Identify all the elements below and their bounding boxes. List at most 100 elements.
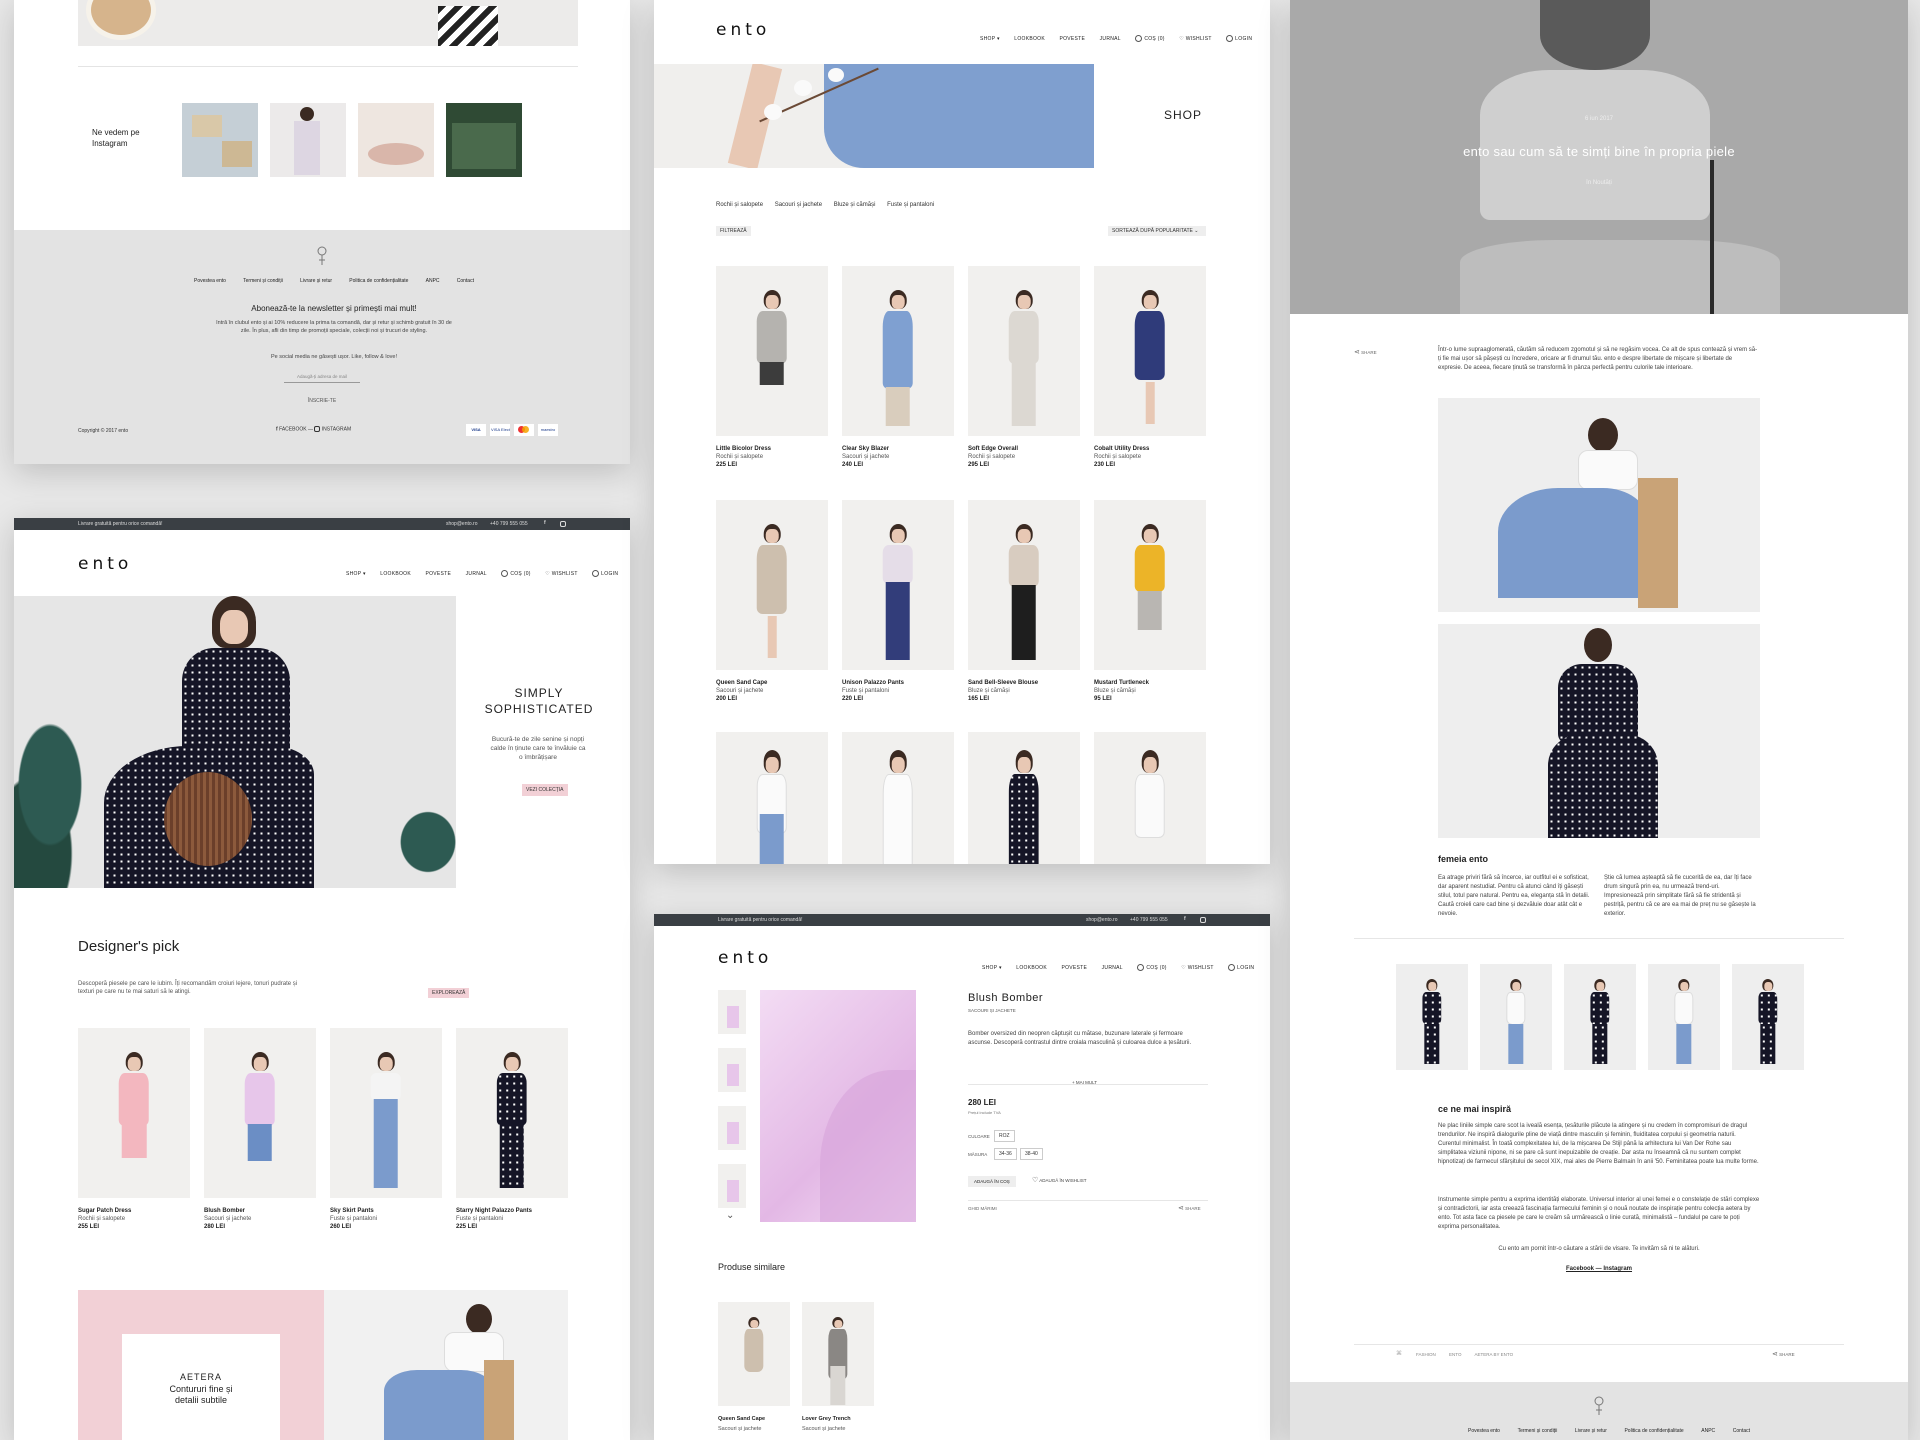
thumbnail[interactable] — [718, 1164, 746, 1208]
instagram-photo[interactable] — [270, 103, 346, 177]
thumbnail[interactable] — [718, 1048, 746, 1092]
product-name[interactable]: Queen Sand Cape — [716, 680, 828, 686]
nav-shop[interactable]: SHOP ▾ — [346, 571, 366, 577]
instagram-icon[interactable] — [560, 521, 566, 527]
gallery-photo[interactable] — [1396, 964, 1468, 1070]
nav-wishlist[interactable]: ♡ WISHLIST — [1179, 36, 1212, 42]
product-image[interactable] — [968, 500, 1080, 670]
footer-link[interactable]: Politica de confidențialitate — [349, 278, 408, 284]
gallery-photo[interactable] — [1648, 964, 1720, 1070]
footer-link[interactable]: Povestea ento — [1468, 1428, 1500, 1434]
footer-link[interactable]: Politica de confidențialitate — [1624, 1428, 1683, 1434]
logo[interactable]: ento — [718, 948, 772, 968]
product-name[interactable]: Unison Palazzo Pants — [842, 680, 954, 686]
product-card[interactable]: Sugar Patch Dress Rochii și salopete 255… — [78, 1028, 190, 1230]
product-image[interactable] — [204, 1028, 316, 1198]
facebook-icon[interactable]: f — [276, 426, 278, 432]
product-name[interactable]: Mustard Turtleneck — [1094, 680, 1206, 686]
nav-login[interactable]: LOGIN — [592, 570, 618, 578]
product-image[interactable] — [842, 732, 954, 864]
nav-poveste[interactable]: POVESTE — [425, 571, 451, 577]
footer-link[interactable]: Livrare și retur — [1575, 1428, 1607, 1434]
size-option[interactable]: 34-36 — [994, 1148, 1017, 1160]
thumbnail[interactable] — [718, 990, 746, 1034]
filter-button[interactable]: FILTREAZĂ — [716, 226, 751, 236]
tab-category[interactable]: Fuste și pantaloni — [887, 202, 934, 208]
product-name[interactable]: Little Bicolor Dress — [716, 446, 828, 452]
nav-cart[interactable]: COȘ (0) — [501, 570, 530, 578]
product-name[interactable]: Clear Sky Blazer — [842, 446, 954, 452]
thumbnail[interactable] — [718, 1106, 746, 1150]
nav-login[interactable]: LOGIN — [1226, 35, 1252, 43]
topbar-email[interactable]: shop@ento.ro — [1086, 917, 1117, 923]
tab-category[interactable]: Rochii și salopete — [716, 202, 763, 208]
nav-cart[interactable]: COȘ (0) — [1135, 35, 1164, 43]
product-image[interactable] — [968, 266, 1080, 436]
add-to-cart-button[interactable]: ADAUGĂ ÎN COȘ — [968, 1176, 1016, 1187]
nav-shop[interactable]: SHOP ▾ — [980, 36, 1000, 42]
product-image[interactable] — [802, 1302, 874, 1406]
instagram-icon[interactable] — [314, 426, 321, 432]
instagram-link[interactable]: INSTAGRAM — [322, 426, 351, 432]
product-image[interactable] — [842, 500, 954, 670]
tab-category[interactable]: Sacouri și jachete — [775, 202, 822, 208]
nav-jurnal[interactable]: JURNAL — [1102, 965, 1123, 971]
product-image[interactable] — [78, 1028, 190, 1198]
product-card[interactable]: Soft Edge Overall Rochii și salopete 295… — [968, 266, 1080, 468]
footer-link[interactable]: Termeni și condiții — [1518, 1428, 1558, 1434]
gallery-photo[interactable] — [1480, 964, 1552, 1070]
gallery-photo[interactable] — [1732, 964, 1804, 1070]
footer-link[interactable]: Povestea ento — [194, 278, 226, 284]
tag[interactable]: FASHION — [1416, 1352, 1436, 1357]
product-card[interactable]: Little Bicolor Dress Rochii și salopete … — [716, 266, 828, 468]
instagram-photo[interactable] — [446, 103, 522, 177]
size-guide-link[interactable]: GHID MĂRIMI — [968, 1206, 997, 1211]
share-button[interactable]: ⋖ SHARE — [1772, 1350, 1795, 1358]
nav-lookbook[interactable]: LOOKBOOK — [1014, 36, 1045, 42]
nav-cart[interactable]: COȘ (0) — [1137, 964, 1166, 972]
product-card[interactable]: Clear Sky Blazer Sacouri și jachete 240 … — [842, 266, 954, 468]
sort-select[interactable]: SORTEAZĂ DUPĂ POPULARITATE ⌄ — [1108, 226, 1206, 236]
nav-login[interactable]: LOGIN — [1228, 964, 1254, 972]
product-image[interactable] — [716, 732, 828, 864]
social-links[interactable]: Facebook — Instagram — [1438, 1266, 1760, 1272]
product-card[interactable]: Sand Bell-Sleeve Blouse Bluze și cămăși … — [968, 500, 1080, 702]
facebook-icon[interactable]: f — [1184, 916, 1186, 922]
product-card[interactable]: Mustard Turtleneck Bluze și cămăși 95 LE… — [1094, 500, 1206, 702]
instagram-icon[interactable] — [1200, 917, 1206, 923]
share-button[interactable]: ⋖ SHARE — [1178, 1204, 1201, 1212]
nav-jurnal[interactable]: JURNAL — [1100, 36, 1121, 42]
product-name[interactable]: Soft Edge Overall — [968, 446, 1080, 452]
product-card[interactable]: Sky Skirt Pants Fuste și pantaloni 260 L… — [330, 1028, 442, 1230]
facebook-icon[interactable]: f — [544, 520, 546, 526]
hero-button[interactable]: VEZI COLECȚIA — [522, 784, 568, 796]
nav-poveste[interactable]: POVESTE — [1059, 36, 1085, 42]
product-name[interactable]: Blush Bomber — [204, 1208, 316, 1214]
topbar-email[interactable]: shop@ento.ro — [446, 521, 477, 527]
nav-shop[interactable]: SHOP ▾ — [982, 965, 1002, 971]
product-name[interactable]: Queen Sand Cape — [718, 1416, 765, 1422]
product-name[interactable]: Starry Night Palazzo Pants — [456, 1208, 568, 1214]
product-image[interactable] — [1094, 266, 1206, 436]
color-option[interactable]: ROZ — [994, 1130, 1015, 1142]
topbar-phone[interactable]: +40 799 555 055 — [490, 521, 528, 527]
facebook-link[interactable]: FACEBOOK — [279, 426, 307, 432]
product-name[interactable]: Lover Grey Trench — [802, 1416, 851, 1422]
tab-category[interactable]: Bluze și cămăși — [834, 202, 876, 208]
footer-link[interactable]: ANPC — [1701, 1428, 1715, 1434]
footer-link[interactable]: Livrare și retur — [300, 278, 332, 284]
topbar-phone[interactable]: +40 799 555 055 — [1130, 917, 1168, 923]
nav-jurnal[interactable]: JURNAL — [466, 571, 487, 577]
product-card[interactable]: Queen Sand Cape Sacouri și jachete 200 L… — [716, 500, 828, 702]
logo[interactable]: ento — [78, 554, 132, 574]
product-image[interactable] — [716, 266, 828, 436]
product-name[interactable]: Sugar Patch Dress — [78, 1208, 190, 1214]
share-button[interactable]: ⋖ SHARE — [1354, 348, 1377, 356]
product-name[interactable]: Sand Bell-Sleeve Blouse — [968, 680, 1080, 686]
instagram-photo[interactable] — [182, 103, 258, 177]
size-option[interactable]: 38-40 — [1020, 1148, 1043, 1160]
nav-wishlist[interactable]: ♡ WISHLIST — [545, 571, 578, 577]
product-image[interactable] — [456, 1028, 568, 1198]
product-image[interactable] — [330, 1028, 442, 1198]
nav-wishlist[interactable]: ♡ WISHLIST — [1181, 965, 1214, 971]
